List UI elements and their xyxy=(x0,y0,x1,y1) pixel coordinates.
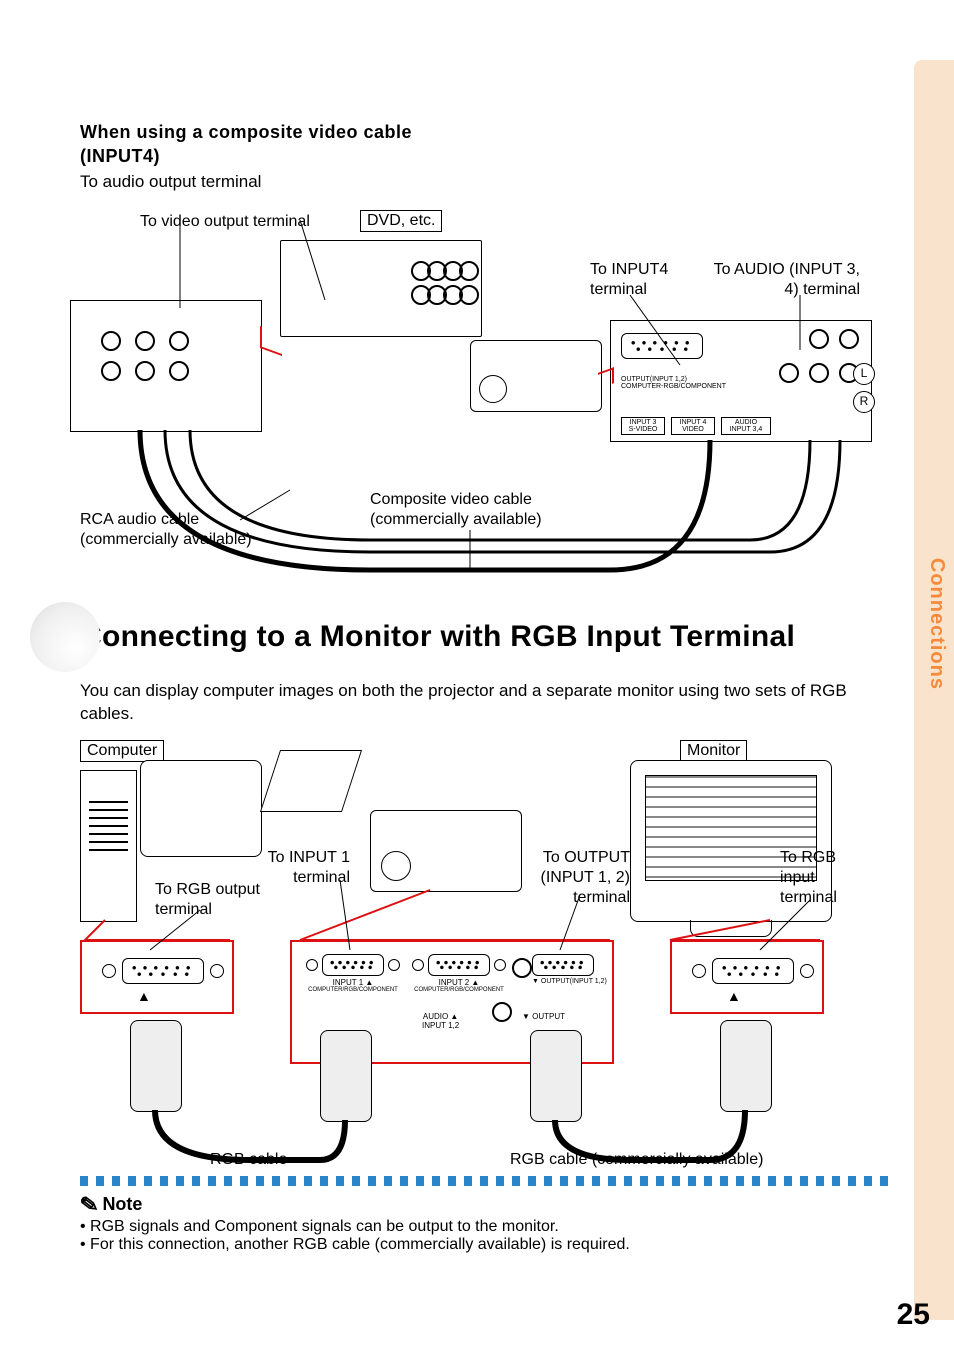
note-icon: ✎ xyxy=(78,1191,100,1219)
diagram-composite-video: To video output terminal DVD, etc. To IN… xyxy=(70,200,870,600)
note-divider xyxy=(80,1176,894,1186)
manual-page: Connections When using a composite video… xyxy=(0,0,954,1352)
note-bullet-1: RGB signals and Component signals can be… xyxy=(90,1218,559,1235)
section2-heading-wrap: Connecting to a Monitor with RGB Input T… xyxy=(60,620,894,654)
cable-paths-rgb xyxy=(70,730,880,1190)
note-block: ✎Note • RGB signals and Component signal… xyxy=(80,1192,894,1254)
heading-bubble-icon xyxy=(30,602,100,672)
section1-title-line2: (INPUT4) xyxy=(80,144,894,168)
label-rgb-cable-right: RGB cable (commercially available) xyxy=(510,1150,763,1170)
section2-heading: Connecting to a Monitor with RGB Input T… xyxy=(80,620,894,654)
note-bullet-2: For this connection, another RGB cable (… xyxy=(90,1236,630,1253)
page-number: 25 xyxy=(897,1298,930,1332)
note-label: Note xyxy=(102,1194,142,1214)
diagram-rgb-monitor: Computer Monitor To RGB output terminal … xyxy=(70,730,880,1190)
section1-title-line1: When using a composite video cable xyxy=(80,120,894,144)
section1: When using a composite video cable (INPU… xyxy=(80,120,894,193)
label-to-audio-output: To audio output terminal xyxy=(80,171,894,193)
section-side-label: Connections xyxy=(925,558,948,690)
label-rgb-cable-left: RGB cable xyxy=(210,1150,287,1170)
section2-intro: You can display computer images on both … xyxy=(80,680,894,726)
cable-paths xyxy=(70,200,870,600)
section-side-tab xyxy=(914,60,954,1320)
